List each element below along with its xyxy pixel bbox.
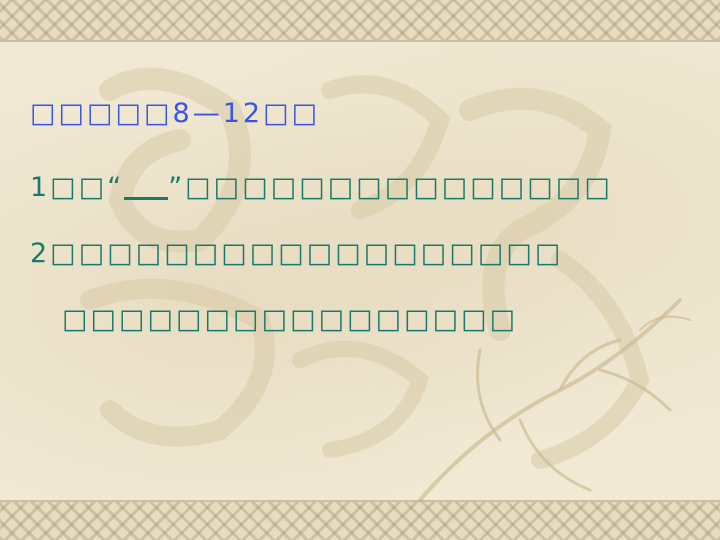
question-2-line-1: 2□□□□□□□□□□□□□□□□□□ (30, 238, 564, 269)
question-1-suffix: ”□□□□□□□□□□□□□□□ (168, 172, 613, 203)
fill-in-blank (124, 173, 169, 200)
decorative-bottom-border (0, 502, 720, 540)
slide: □□□□□8—12□□ 1□□“ ”□□□□□□□□□□□□□□□ 2□□□□□□… (0, 0, 720, 540)
slide-title: □□□□□8—12□□ (30, 98, 321, 129)
question-1-prefix: 1□□“ (30, 172, 125, 203)
question-2-line-2: □□□□□□□□□□□□□□□□ (62, 304, 519, 335)
question-1: 1□□“ ”□□□□□□□□□□□□□□□ (30, 170, 613, 206)
